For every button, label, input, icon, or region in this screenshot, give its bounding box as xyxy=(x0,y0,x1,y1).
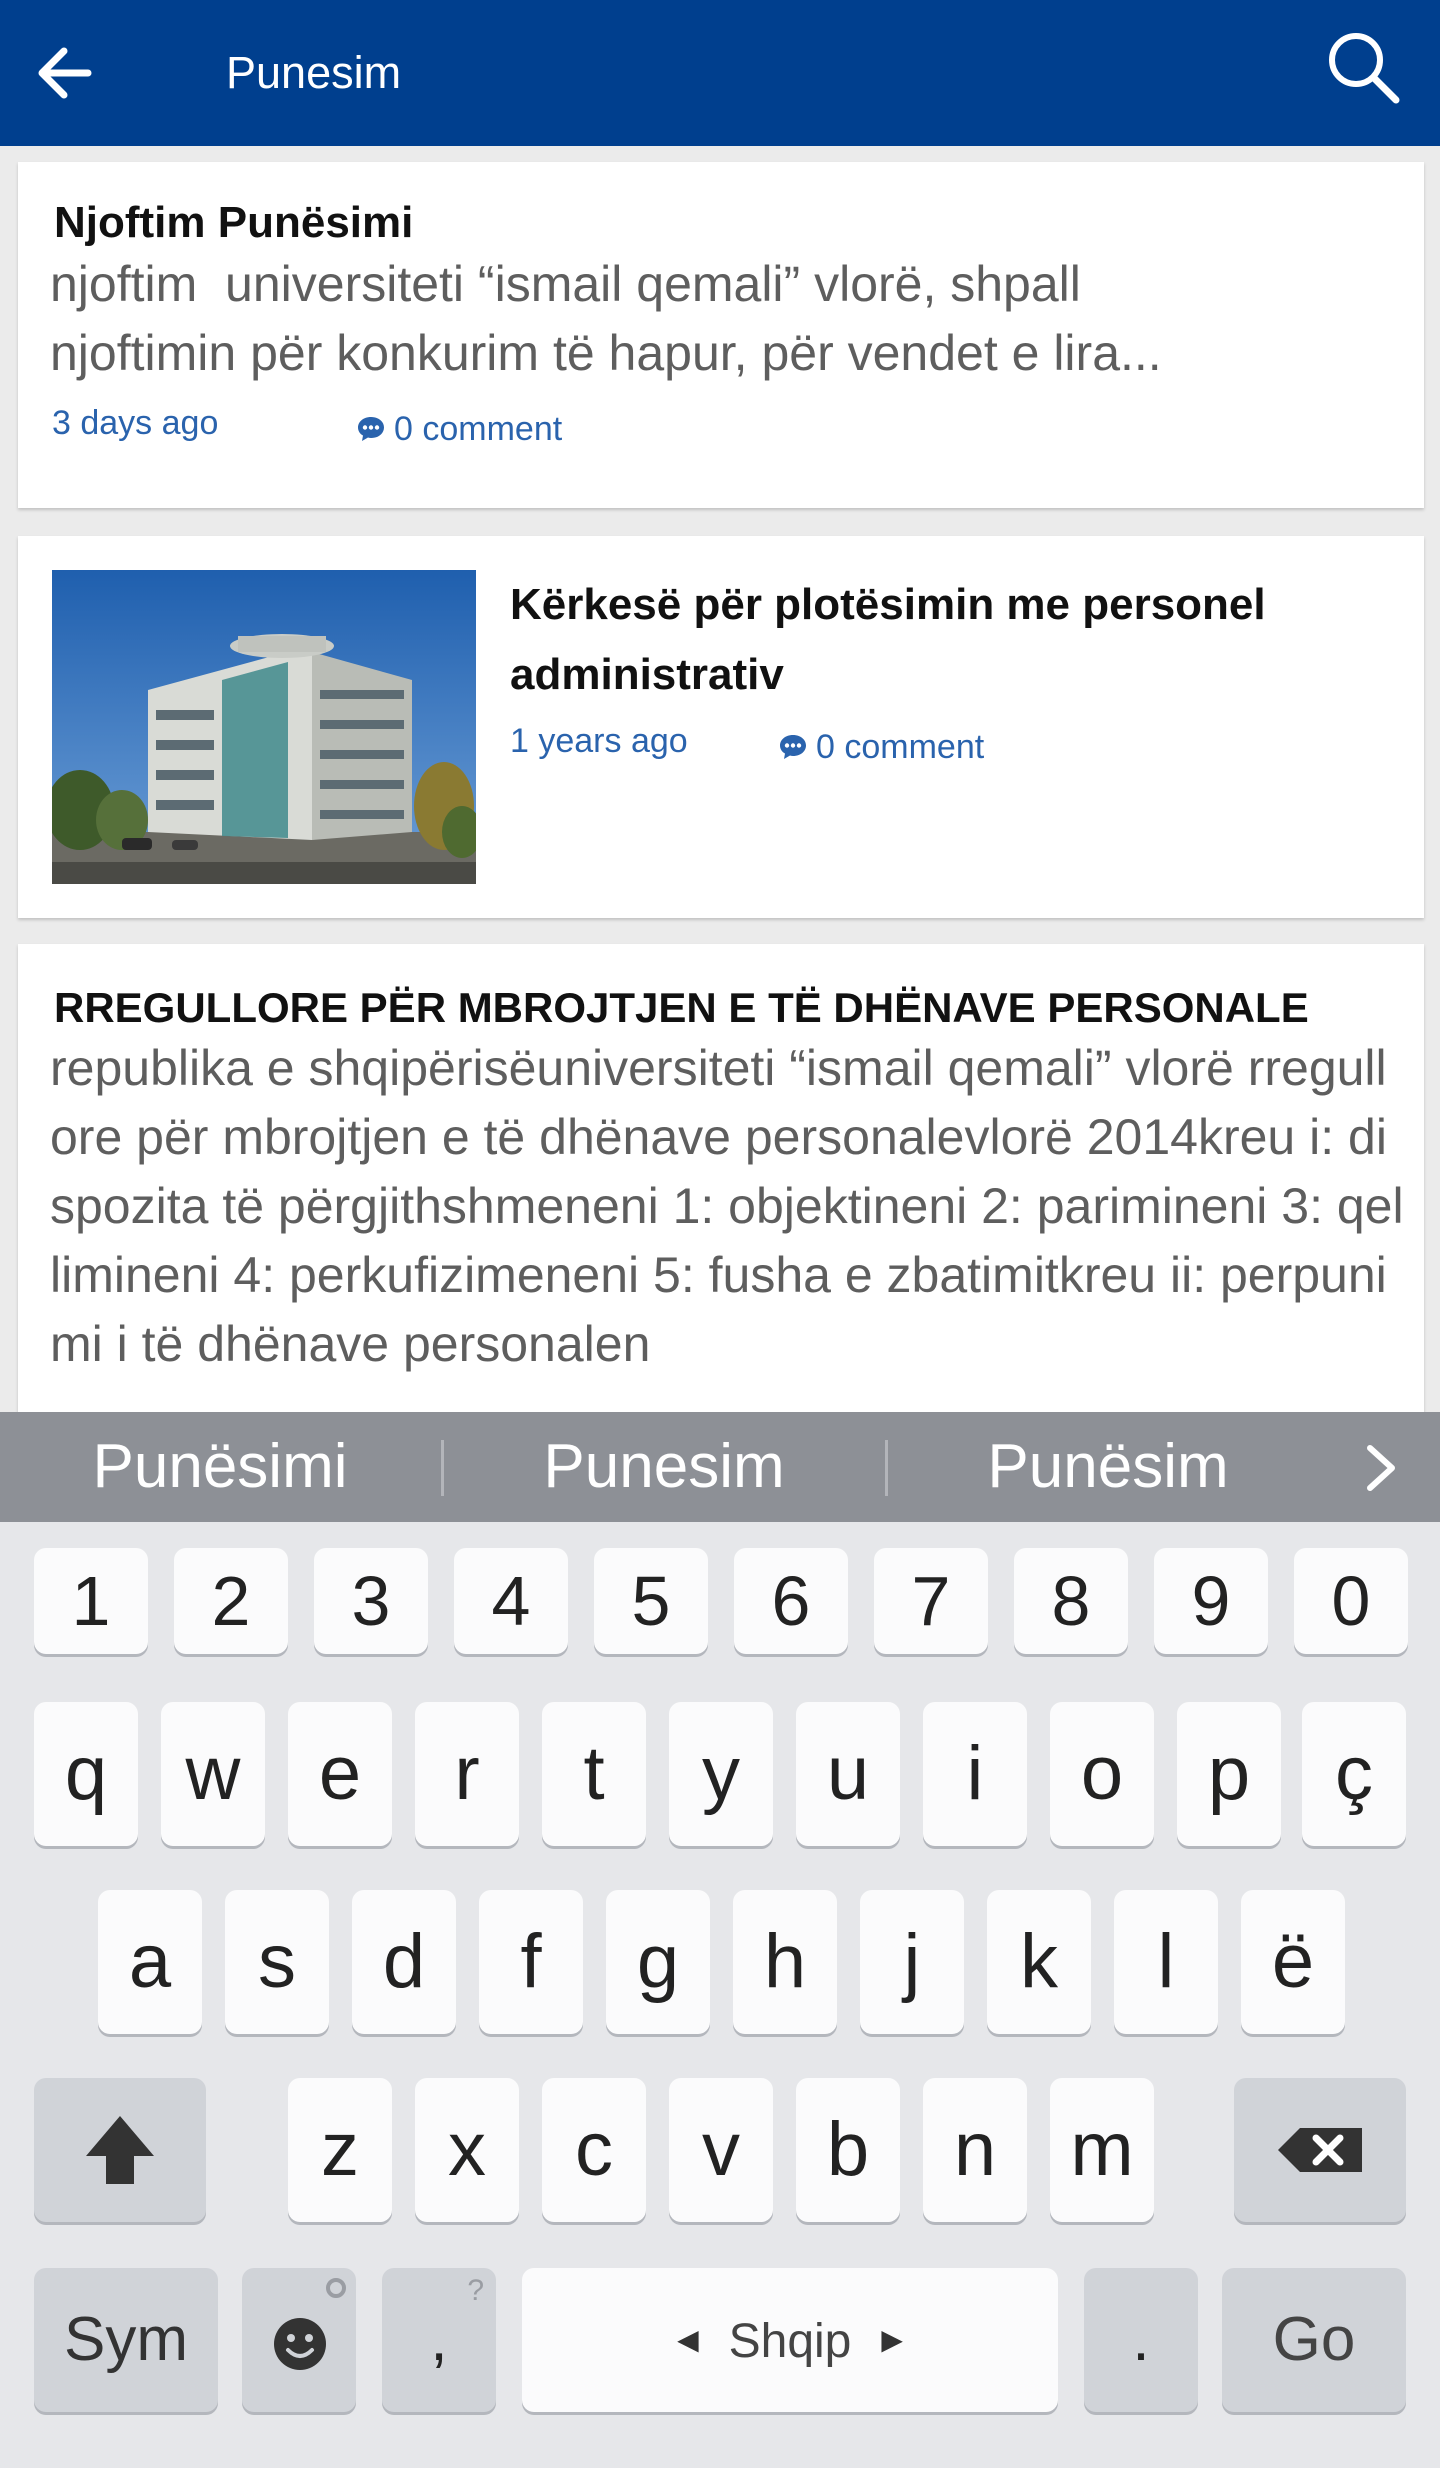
key-s[interactable]: s xyxy=(225,1890,329,2034)
key-0[interactable]: 0 xyxy=(1294,1548,1408,1654)
comma-key[interactable]: , ? xyxy=(382,2268,496,2412)
go-key[interactable]: Go xyxy=(1222,2268,1406,2412)
key-5[interactable]: 5 xyxy=(594,1548,708,1654)
key-k[interactable]: k xyxy=(987,1890,1091,2034)
back-button[interactable] xyxy=(28,36,102,110)
symbols-key[interactable]: Sym xyxy=(34,2268,218,2412)
search-icon xyxy=(1329,33,1400,104)
key-p[interactable]: p xyxy=(1177,1702,1281,1846)
emoji-smiley-icon xyxy=(274,2278,346,2370)
space-bar[interactable]: ◀ Shqip ▶ xyxy=(522,2268,1058,2412)
key-c[interactable]: c xyxy=(542,2078,646,2222)
result-title: RREGULLORE PËR MBROJTJEN E TË DHËNAVE PE… xyxy=(54,984,1309,1031)
key-a[interactable]: a xyxy=(98,1890,202,2034)
result-date: 1 years ago xyxy=(510,722,688,760)
comment-count[interactable]: 0 comment xyxy=(778,728,984,767)
key-h[interactable]: h xyxy=(733,1890,837,2034)
key-3[interactable]: 3 xyxy=(314,1548,428,1654)
key-b[interactable]: b xyxy=(796,2078,900,2222)
result-card[interactable]: RREGULLORE PËR MBROJTJEN E TË DHËNAVE PE… xyxy=(18,944,1424,1414)
key-7[interactable]: 7 xyxy=(874,1548,988,1654)
key-z[interactable]: z xyxy=(288,2078,392,2222)
key-g[interactable]: g xyxy=(606,1890,710,2034)
key-t[interactable]: t xyxy=(542,1702,646,1846)
university-building-photo xyxy=(52,570,476,884)
key-f[interactable]: f xyxy=(479,1890,583,2034)
key-c-cedilla[interactable]: ç xyxy=(1302,1702,1406,1846)
key-x[interactable]: x xyxy=(415,2078,519,2222)
backspace-key[interactable] xyxy=(1234,2078,1406,2222)
shift-key[interactable] xyxy=(34,2078,206,2222)
search-input[interactable] xyxy=(226,38,1226,108)
result-title: Kërkesë për plotësimin me personel admin… xyxy=(510,580,1266,699)
result-thumbnail xyxy=(52,570,476,884)
comment-count-label: 0 comment xyxy=(394,410,563,448)
result-snippet: njoftim universiteti “ismail qemali” vlo… xyxy=(50,250,1390,388)
more-suggestions-button[interactable] xyxy=(1350,1438,1410,1498)
arrow-back-icon xyxy=(38,47,92,99)
key-6[interactable]: 6 xyxy=(734,1548,848,1654)
key-y[interactable]: y xyxy=(669,1702,773,1846)
key-m[interactable]: m xyxy=(1050,2078,1154,2222)
key-o[interactable]: o xyxy=(1050,1702,1154,1846)
key-j[interactable]: j xyxy=(860,1890,964,2034)
key-w[interactable]: w xyxy=(161,1702,265,1846)
key-1[interactable]: 1 xyxy=(34,1548,148,1654)
settings-gear-icon xyxy=(326,2278,346,2298)
result-card[interactable]: Njoftim Punësimi njoftim universiteti “i… xyxy=(18,162,1424,508)
comment-icon xyxy=(780,735,806,759)
period-key[interactable]: . xyxy=(1084,2268,1198,2412)
comment-icon xyxy=(358,417,384,441)
suggestion[interactable]: Punësim xyxy=(888,1412,1328,1522)
result-title: Njoftim Punësimi xyxy=(54,198,414,247)
result-card[interactable]: Kërkesë për plotësimin me personel admin… xyxy=(18,536,1424,918)
key-u[interactable]: u xyxy=(796,1702,900,1846)
result-snippet: republika e shqipërisëuniversiteti “isma… xyxy=(50,1040,1404,1372)
snippet-line: njoftimin për konkurim të hapur, për ven… xyxy=(50,325,1162,381)
app-bar xyxy=(0,0,1440,146)
key-n[interactable]: n xyxy=(923,2078,1027,2222)
key-4[interactable]: 4 xyxy=(454,1548,568,1654)
comment-count-label: 0 comment xyxy=(816,728,985,766)
comma-hint: ? xyxy=(467,2274,484,2307)
shift-arrow-icon xyxy=(86,2116,154,2184)
on-screen-keyboard: 1 2 3 4 5 6 7 8 9 0 q w e r t y u i o p … xyxy=(0,1522,1440,2468)
language-left-icon: ◀ xyxy=(677,2324,699,2355)
suggestion[interactable]: Punësimi xyxy=(0,1412,440,1522)
result-date: 3 days ago xyxy=(52,404,219,442)
key-e[interactable]: e xyxy=(288,1702,392,1846)
key-v[interactable]: v xyxy=(669,2078,773,2222)
search-button[interactable] xyxy=(1322,26,1406,110)
chevron-right-icon xyxy=(1367,1445,1395,1491)
key-q[interactable]: q xyxy=(34,1702,138,1846)
suggestion[interactable]: Punesim xyxy=(444,1412,884,1522)
key-e-diaeresis[interactable]: ë xyxy=(1241,1890,1345,2034)
key-2[interactable]: 2 xyxy=(174,1548,288,1654)
space-language-label: Shqip xyxy=(728,2315,852,2368)
key-9[interactable]: 9 xyxy=(1154,1548,1268,1654)
snippet-line: njoftim universiteti “ismail qemali” vlo… xyxy=(50,256,1081,312)
word-suggestion-bar: Punësimi Punesim Punësim xyxy=(0,1412,1440,1522)
key-r[interactable]: r xyxy=(415,1702,519,1846)
backspace-icon xyxy=(1278,2128,1362,2172)
comma-label: , xyxy=(430,2305,448,2374)
comment-count[interactable]: 0 comment xyxy=(356,410,562,449)
key-i[interactable]: i xyxy=(923,1702,1027,1846)
key-l[interactable]: l xyxy=(1114,1890,1218,2034)
key-d[interactable]: d xyxy=(352,1890,456,2034)
emoji-key[interactable] xyxy=(242,2268,356,2412)
key-8[interactable]: 8 xyxy=(1014,1548,1128,1654)
language-right-icon: ▶ xyxy=(881,2324,903,2355)
